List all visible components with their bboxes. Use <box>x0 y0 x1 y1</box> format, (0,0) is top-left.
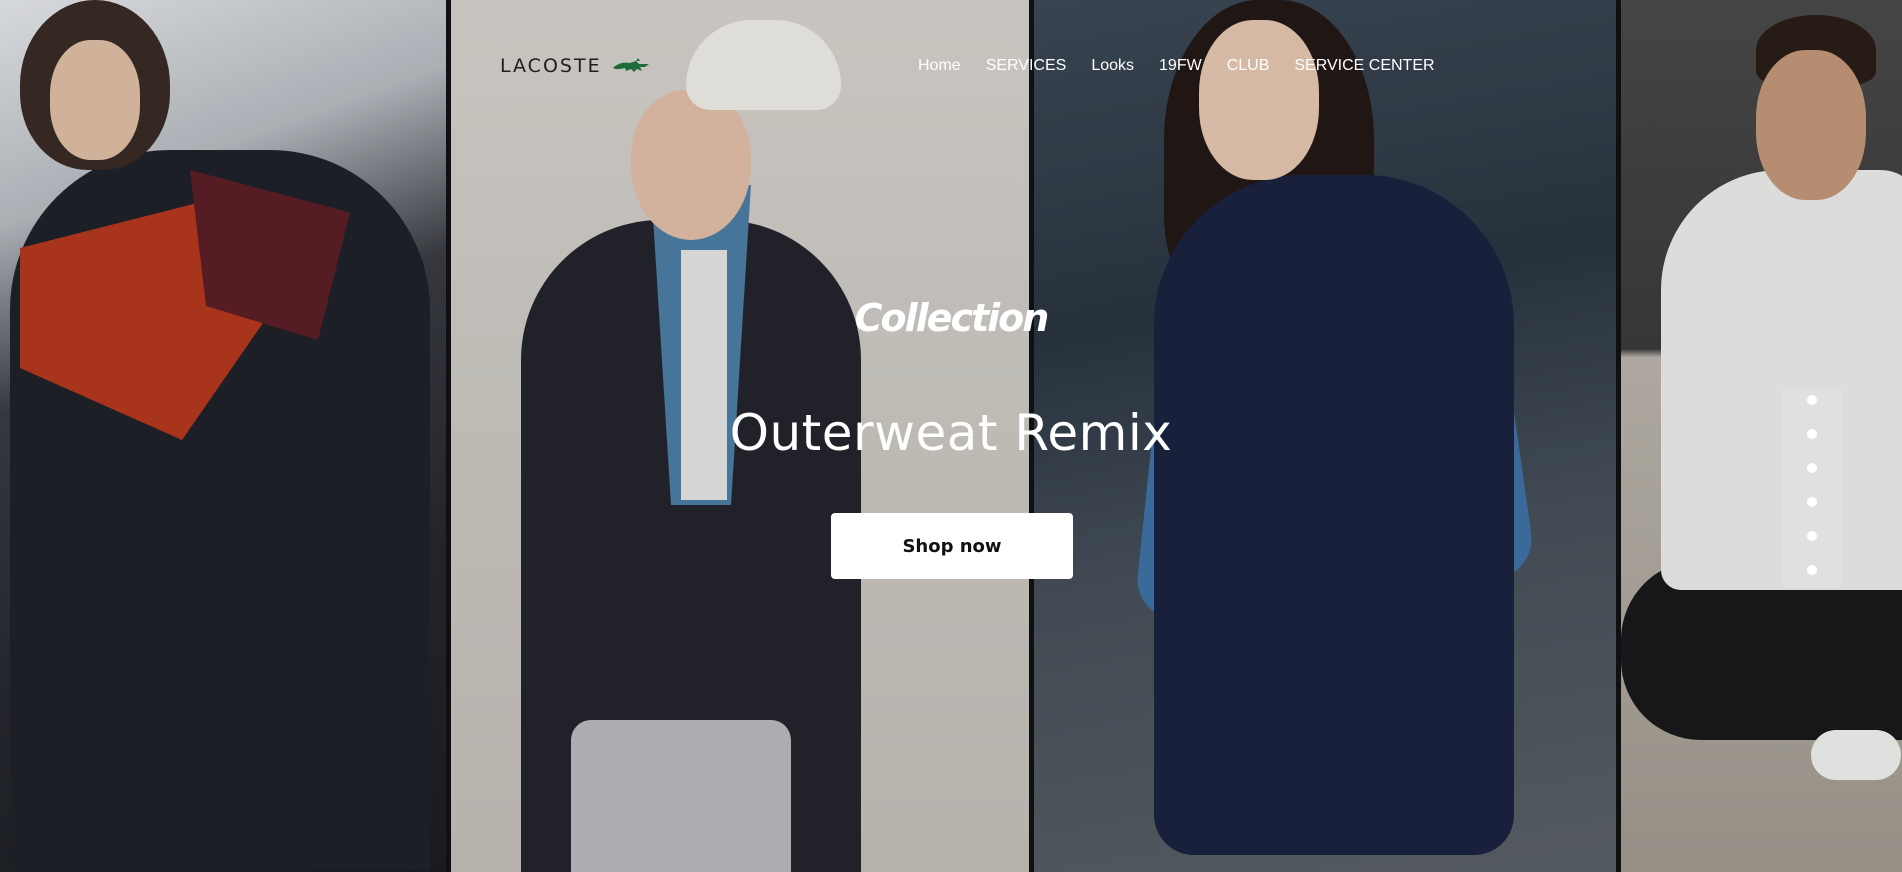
brand-logo[interactable]: LACOSTE <box>500 55 650 77</box>
pagination-dot[interactable] <box>1807 497 1817 507</box>
nav-19fw[interactable]: 19FW <box>1159 57 1202 75</box>
nav-service-center[interactable]: SERVICE CENTER <box>1294 57 1434 75</box>
shop-now-button[interactable]: Shop now <box>831 513 1073 579</box>
nav-services[interactable]: SERVICES <box>986 57 1067 75</box>
nav-club[interactable]: CLUB <box>1227 57 1270 75</box>
slide-pagination <box>1782 388 1842 588</box>
pagination-dot[interactable] <box>1807 565 1817 575</box>
crocodile-icon <box>612 58 649 72</box>
hero-title: Outerweat Remix <box>729 404 1173 462</box>
pagination-dot[interactable] <box>1807 531 1817 541</box>
pagination-dot[interactable] <box>1807 395 1817 405</box>
pagination-dot[interactable] <box>1807 429 1817 439</box>
nav-looks[interactable]: Looks <box>1091 57 1134 75</box>
brand-wordmark: LACOSTE <box>500 55 602 77</box>
nav-home[interactable]: Home <box>918 57 961 75</box>
pagination-dot[interactable] <box>1807 463 1817 473</box>
main-nav: Home SERVICES Looks 19FW CLUB SERVICE CE… <box>918 57 1435 75</box>
hero-eyebrow: Collection <box>854 296 1050 340</box>
